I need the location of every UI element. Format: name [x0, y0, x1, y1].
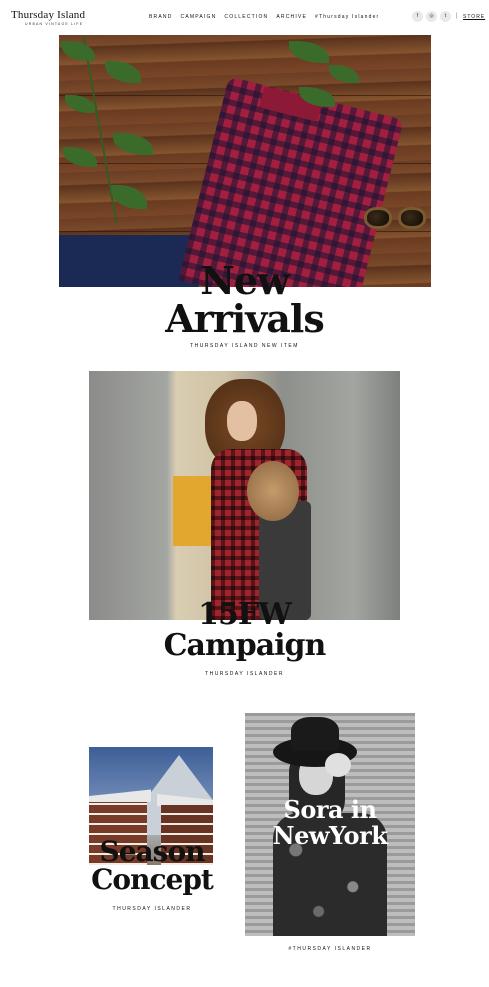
campaign-subtitle: THURSDAY ISLANDER — [205, 671, 284, 677]
model-face — [227, 401, 257, 441]
nav-collection[interactable]: COLLECTION — [224, 14, 268, 20]
sora-hand — [325, 753, 351, 777]
new-arrivals-title-line2: Arrivals — [165, 296, 325, 341]
store-link[interactable]: STORE — [463, 14, 485, 20]
campaign-title-line2: Campaign — [163, 628, 327, 663]
campaign-title[interactable]: 15FW Campaign — [0, 600, 489, 662]
new-arrivals-title-line1: New — [200, 258, 290, 303]
sora-subtitle: #THURSDAY ISLANDER — [288, 946, 372, 952]
new-arrivals-image[interactable] — [59, 35, 431, 287]
season-title-line2: Concept — [91, 863, 214, 896]
sora-title[interactable]: Sora in NewYork — [245, 797, 415, 849]
sora-title-line2: NewYork — [272, 821, 388, 850]
season-concept-subtitle: THURSDAY ISLANDER — [112, 906, 192, 912]
tumblr-icon[interactable]: t — [440, 11, 451, 22]
nav-archive[interactable]: ARCHIVE — [276, 14, 307, 20]
campaign-image[interactable] — [89, 371, 400, 620]
campaign-title-line1: 15FW — [198, 597, 292, 632]
sora-title-line1: Sora in — [283, 795, 377, 824]
logo-title: Thursday Island — [11, 9, 86, 21]
social-links: f ◎ t — [412, 11, 451, 22]
new-arrivals-subtitle: THURSDAY ISLAND NEW ITEM — [190, 343, 299, 349]
new-arrivals-title[interactable]: New Arrivals — [0, 262, 489, 338]
nav-brand[interactable]: BRAND — [149, 14, 173, 20]
season-concept-title[interactable]: Season Concept — [52, 838, 252, 894]
model-fur-collar — [247, 461, 299, 521]
nav-thursday-islander[interactable]: #Thursday Islander — [315, 14, 379, 20]
instagram-icon[interactable]: ◎ — [426, 11, 437, 22]
main-nav: BRAND CAMPAIGN COLLECTION ARCHIVE #Thurs… — [149, 14, 379, 20]
header-divider: | — [456, 13, 458, 19]
sunglasses — [364, 207, 428, 233]
nav-campaign[interactable]: CAMPAIGN — [181, 14, 217, 20]
site-logo[interactable]: Thursday Island URBAN VINTAGE LIFE — [11, 9, 85, 26]
site-header: Thursday Island URBAN VINTAGE LIFE BRAND… — [0, 0, 489, 34]
yellow-wall-panel — [173, 476, 213, 546]
facebook-icon[interactable]: f — [412, 11, 423, 22]
logo-tagline: URBAN VINTAGE LIFE — [25, 22, 84, 26]
season-title-line1: Season — [99, 835, 206, 868]
